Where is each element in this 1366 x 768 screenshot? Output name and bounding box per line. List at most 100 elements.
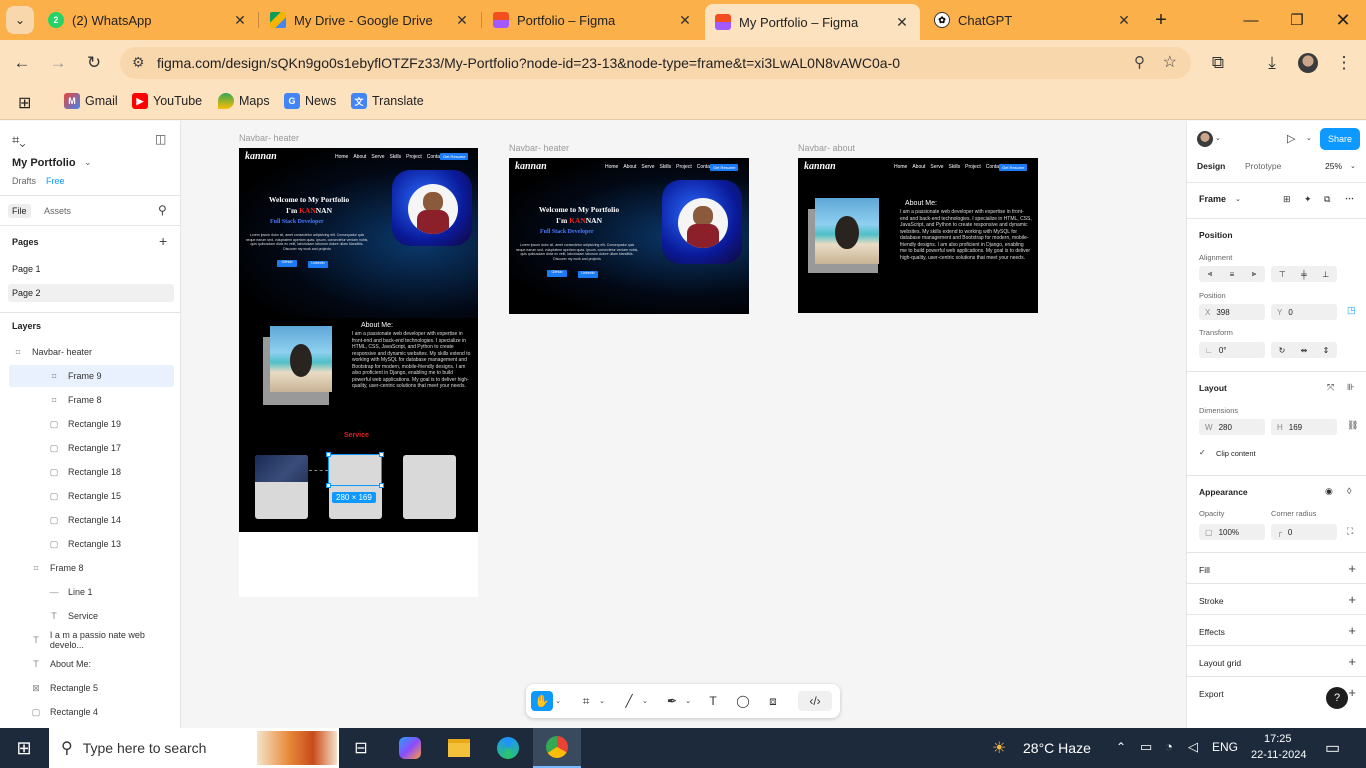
close-icon[interactable]: ✕ bbox=[454, 12, 470, 29]
restore-button[interactable]: ❐ bbox=[1274, 0, 1320, 40]
layer-item[interactable]: ▢ Rectangle 13 bbox=[0, 533, 180, 555]
nav-about[interactable]: About bbox=[912, 164, 925, 170]
layer-item[interactable]: ▢ Rectangle 17 bbox=[0, 437, 180, 459]
resume-button[interactable]: Get Resume bbox=[999, 164, 1028, 171]
profile-button[interactable] bbox=[1294, 49, 1322, 77]
nav-serve[interactable]: Serve bbox=[371, 154, 384, 160]
resize-handle[interactable] bbox=[326, 452, 331, 457]
blend-mode-icon[interactable]: ◊ bbox=[1347, 486, 1351, 496]
avatar[interactable] bbox=[1197, 131, 1213, 147]
close-window-button[interactable]: ✕ bbox=[1320, 0, 1366, 40]
reload-button[interactable]: ↻ bbox=[80, 49, 108, 77]
flip-horizontal-icon[interactable]: ⇹ bbox=[1301, 346, 1308, 355]
chrome-button[interactable] bbox=[533, 728, 581, 768]
effects-section-title[interactable]: Effects bbox=[1199, 627, 1225, 637]
y-value[interactable]: 0 bbox=[1288, 308, 1292, 317]
nav-home[interactable]: Home bbox=[605, 164, 618, 170]
constraints-icon[interactable]: ◳ bbox=[1347, 305, 1356, 316]
export-section-title[interactable]: Export bbox=[1199, 689, 1224, 699]
bookmark-gmail[interactable]: M Gmail bbox=[64, 93, 118, 109]
taskbar-search[interactable]: ⚲ Type here to search bbox=[49, 728, 339, 768]
close-icon[interactable]: ✕ bbox=[677, 12, 693, 29]
downloads-button[interactable]: ⤓ bbox=[1258, 49, 1286, 77]
volume-icon[interactable]: ◁ bbox=[1188, 739, 1198, 755]
nav-about[interactable]: About bbox=[353, 154, 366, 160]
chevron-down-icon[interactable]: ⌄ bbox=[684, 691, 692, 711]
checkbox-checked-icon[interactable]: ✓ bbox=[1199, 448, 1206, 457]
more-options-icon[interactable]: ⋯ bbox=[1345, 193, 1354, 204]
hand-tool-button[interactable]: ✋ bbox=[531, 691, 553, 711]
chevron-down-icon[interactable]: ⌄ bbox=[1235, 195, 1241, 203]
new-tab-button[interactable]: + bbox=[1147, 6, 1175, 34]
start-button[interactable]: ⊞ bbox=[0, 728, 48, 768]
layer-item[interactable]: T About Me: bbox=[0, 653, 180, 675]
close-icon[interactable]: ✕ bbox=[894, 14, 910, 31]
tab-google-drive[interactable]: My Drive - Google Drive ✕ bbox=[260, 4, 480, 36]
layer-item[interactable]: ▢ Rectangle 4 bbox=[0, 701, 180, 723]
opacity-input[interactable]: ▢ 100% bbox=[1199, 524, 1265, 540]
add-export-icon[interactable]: + bbox=[1348, 685, 1356, 700]
chevron-down-icon[interactable]: ⌄ bbox=[554, 691, 562, 711]
clock-time[interactable]: 17:25 bbox=[1264, 733, 1292, 745]
layer-item[interactable]: ⌗ Frame 8 bbox=[0, 557, 180, 579]
frame-about[interactable]: kannan Home About Serve Skills Project Contac… bbox=[798, 158, 1038, 313]
back-button[interactable]: ← bbox=[8, 49, 36, 77]
browser-menu-button[interactable]: ⋮ bbox=[1330, 49, 1358, 77]
nav-skills[interactable]: Skills bbox=[659, 164, 671, 170]
fill-section-title[interactable]: Fill bbox=[1199, 565, 1210, 575]
resize-handle[interactable] bbox=[326, 483, 331, 488]
auto-layout-icon[interactable]: ⊪ bbox=[1347, 382, 1355, 393]
nav-home[interactable]: Home bbox=[335, 154, 348, 160]
constrain-proportions-icon[interactable]: ⛓ bbox=[1347, 420, 1358, 431]
linkedin-button[interactable]: LinkedIn bbox=[578, 271, 598, 278]
bookmark-star-icon[interactable]: ☆ bbox=[1163, 52, 1177, 72]
rotation-input[interactable]: ∟ 0° bbox=[1199, 342, 1265, 358]
nav-serve[interactable]: Serve bbox=[930, 164, 943, 170]
independent-corners-icon[interactable]: ⛶ bbox=[1347, 526, 1353, 537]
bookmark-maps[interactable]: Maps bbox=[218, 93, 270, 109]
layer-item[interactable]: ⌗ Navbar- heater bbox=[0, 341, 180, 363]
wifi-icon[interactable]: ◔ bbox=[1165, 739, 1173, 754]
frame-tool-button[interactable]: ⌗ bbox=[575, 691, 597, 711]
frame-label[interactable]: Navbar- heater bbox=[509, 143, 569, 153]
align-right-icon[interactable]: ⫸ bbox=[1252, 269, 1257, 279]
copilot-button[interactable] bbox=[386, 728, 434, 768]
tab-file[interactable]: File bbox=[8, 204, 31, 218]
tab-design[interactable]: Design bbox=[1197, 161, 1225, 171]
nav-skills[interactable]: Skills bbox=[948, 164, 960, 170]
chevron-down-icon[interactable]: ⌄ bbox=[84, 157, 92, 168]
nav-skills[interactable]: Skills bbox=[389, 154, 401, 160]
extensions-button[interactable]: ⧉ bbox=[1204, 49, 1232, 77]
align-left-icon[interactable]: ⫷ bbox=[1208, 269, 1213, 279]
edge-button[interactable] bbox=[484, 728, 532, 768]
add-stroke-icon[interactable]: + bbox=[1348, 592, 1356, 607]
rotation-value[interactable]: 0° bbox=[1219, 346, 1227, 355]
frame-home[interactable]: kannan Home About Serve Skills Project Contac… bbox=[239, 148, 478, 532]
language-indicator[interactable]: ENG bbox=[1212, 740, 1238, 754]
align-center-icon[interactable]: ≡ bbox=[1230, 270, 1235, 279]
dev-mode-toggle[interactable]: ‹/› bbox=[798, 691, 832, 711]
clip-content-label[interactable]: Clip content bbox=[1216, 449, 1256, 458]
tab-chatgpt[interactable]: ✿ ChatGPT ✕ bbox=[924, 4, 1142, 36]
bookmark-news[interactable]: G News bbox=[284, 93, 336, 109]
nav-project[interactable]: Project bbox=[676, 164, 692, 170]
layer-item[interactable]: ▢ Rectangle 19 bbox=[0, 413, 180, 435]
github-button[interactable]: GitHub bbox=[547, 270, 567, 277]
zoom-icon[interactable]: ⚲ bbox=[1134, 53, 1145, 71]
layer-item[interactable]: ⌗ Frame 9 bbox=[9, 365, 174, 387]
align-bottom-icon[interactable]: ⊥ bbox=[1322, 270, 1329, 279]
page-item[interactable]: Page 2 bbox=[12, 288, 41, 298]
add-layout-grid-icon[interactable]: + bbox=[1348, 654, 1356, 669]
service-card[interactable] bbox=[255, 455, 308, 519]
nav-home[interactable]: Home bbox=[894, 164, 907, 170]
frame-label[interactable]: Navbar- about bbox=[798, 143, 855, 153]
apps-button[interactable]: ⊞ bbox=[18, 93, 31, 113]
tab-my-portfolio-figma[interactable]: My Portfolio – Figma ✕ bbox=[705, 4, 920, 40]
nav-project[interactable]: Project bbox=[406, 154, 422, 160]
y-input[interactable]: Y0 bbox=[1271, 304, 1337, 320]
battery-icon[interactable]: ▭ bbox=[1140, 739, 1152, 755]
height-value[interactable]: 169 bbox=[1289, 423, 1302, 432]
stroke-section-title[interactable]: Stroke bbox=[1199, 596, 1224, 606]
help-button[interactable]: ? bbox=[1326, 687, 1348, 709]
corner-radius-input[interactable]: ╭ 0 bbox=[1271, 524, 1337, 540]
